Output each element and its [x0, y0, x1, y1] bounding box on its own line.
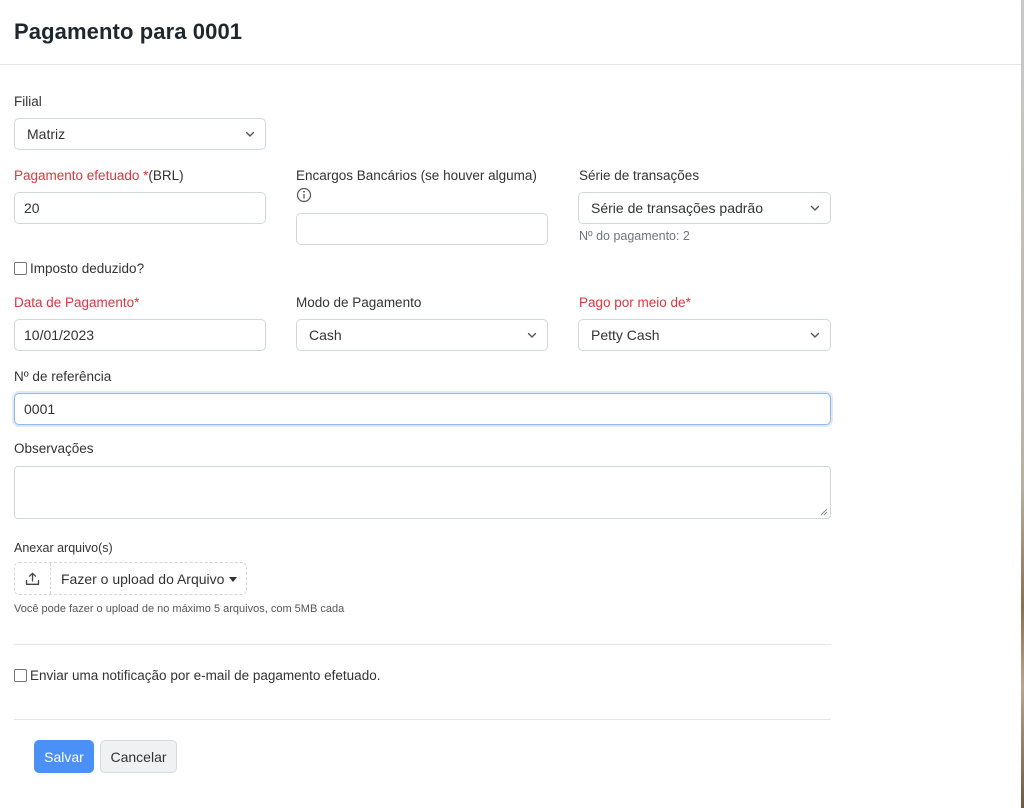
upload-limit-hint: Você pode fazer o upload de no máximo 5 …	[14, 603, 345, 615]
chevron-down-icon	[810, 205, 820, 211]
email-notification-label: Enviar uma notificação por e-mail de pag…	[30, 668, 381, 683]
payment-date-label: Data de Pagamento*	[14, 295, 140, 310]
tax-deducted-checkbox[interactable]	[14, 262, 27, 275]
resize-handle-icon[interactable]	[820, 508, 828, 516]
modal-header: Pagamento para 0001	[0, 0, 1021, 65]
reference-input[interactable]: 0001	[14, 393, 831, 425]
chevron-down-icon	[245, 131, 255, 137]
notes-textarea[interactable]	[14, 466, 831, 519]
reference-label: Nº de referência	[14, 369, 112, 384]
payment-mode-select[interactable]: Cash	[296, 319, 548, 351]
upload-icon	[25, 572, 40, 585]
caret-down-icon	[229, 577, 237, 582]
attachments-label: Anexar arquivo(s)	[14, 541, 113, 555]
transaction-series-value: Série de transações padrão	[591, 200, 763, 216]
payment-number-hint: Nº do pagamento: 2	[579, 229, 690, 243]
upload-file-button[interactable]: Fazer o upload do Arquivo	[14, 562, 247, 595]
info-icon[interactable]	[296, 187, 312, 203]
divider	[14, 644, 831, 645]
transaction-series-select[interactable]: Série de transações padrão	[578, 192, 831, 224]
bank-charges-label: Encargos Bancários (se houver alguma)	[296, 168, 537, 183]
tax-deducted-label: Imposto deduzido?	[30, 261, 145, 276]
email-notification-checkbox[interactable]	[14, 669, 27, 682]
upload-icon-cell[interactable]	[15, 563, 51, 594]
notes-label: Observações	[14, 441, 94, 456]
cancel-button[interactable]: Cancelar	[100, 740, 177, 773]
payment-modal: Pagamento para 0001 Filial Matriz Pagame…	[0, 0, 1021, 808]
payment-made-value: 20	[24, 200, 40, 216]
chevron-down-icon	[527, 332, 537, 338]
upload-file-label: Fazer o upload do Arquivo	[61, 571, 225, 587]
bank-charges-input[interactable]	[296, 213, 548, 245]
branch-label: Filial	[14, 94, 42, 109]
payment-mode-value: Cash	[309, 327, 342, 343]
paid-through-value: Petty Cash	[591, 327, 660, 343]
payment-mode-label: Modo de Pagamento	[296, 295, 422, 310]
divider	[14, 719, 831, 720]
payment-made-label: Pagamento efetuado *(BRL)	[14, 168, 184, 183]
payment-made-input[interactable]: 20	[14, 192, 266, 224]
transaction-series-label: Série de transações	[579, 168, 700, 183]
payment-made-label-required: Pagamento efetuado *	[14, 168, 149, 183]
paid-through-label: Pago por meio de*	[579, 295, 691, 310]
save-button[interactable]: Salvar	[34, 740, 94, 773]
payment-made-currency: (BRL)	[148, 168, 184, 183]
reference-value: 0001	[24, 401, 56, 417]
branch-value: Matriz	[27, 126, 66, 142]
paid-through-select[interactable]: Petty Cash	[578, 319, 831, 351]
branch-select[interactable]: Matriz	[14, 118, 266, 150]
chevron-down-icon	[810, 332, 820, 338]
page-title: Pagamento para 0001	[14, 19, 243, 44]
payment-date-input[interactable]: 10/01/2023	[14, 319, 266, 351]
payment-date-value: 10/01/2023	[24, 327, 95, 343]
